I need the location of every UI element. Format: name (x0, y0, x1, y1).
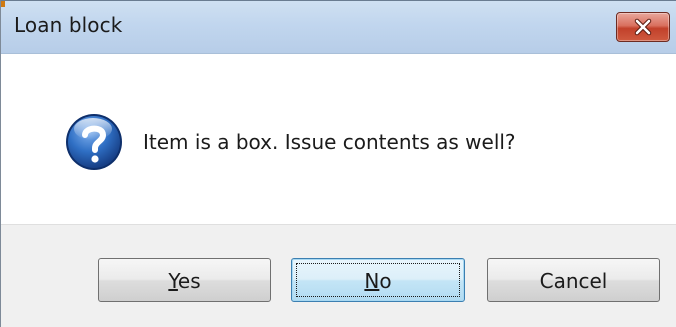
no-button-label: No (292, 269, 464, 293)
question-icon (66, 114, 122, 170)
yes-label-rest: es (177, 269, 201, 293)
message-text: Item is a box. Issue contents as well? (143, 130, 516, 154)
no-mnemonic: N (364, 269, 380, 293)
message-dialog: Loan block Item is a box. Issue contents… (0, 0, 676, 327)
yes-mnemonic: Y (168, 269, 178, 293)
yes-button-label: Yes (99, 269, 270, 293)
button-bar: Yes No Cancel (1, 224, 676, 327)
title-bar[interactable]: Loan block (1, 1, 676, 54)
cancel-button[interactable]: Cancel (487, 258, 660, 302)
message-area: Item is a box. Issue contents as well? (1, 54, 676, 224)
window-title: Loan block (14, 13, 123, 37)
window-corner-accent (1, 1, 5, 7)
close-icon (634, 18, 652, 36)
cancel-button-label: Cancel (539, 269, 608, 293)
close-button[interactable] (616, 12, 670, 42)
yes-button[interactable]: Yes (98, 258, 271, 302)
no-button[interactable]: No (291, 258, 465, 302)
no-label-rest: o (379, 269, 392, 293)
